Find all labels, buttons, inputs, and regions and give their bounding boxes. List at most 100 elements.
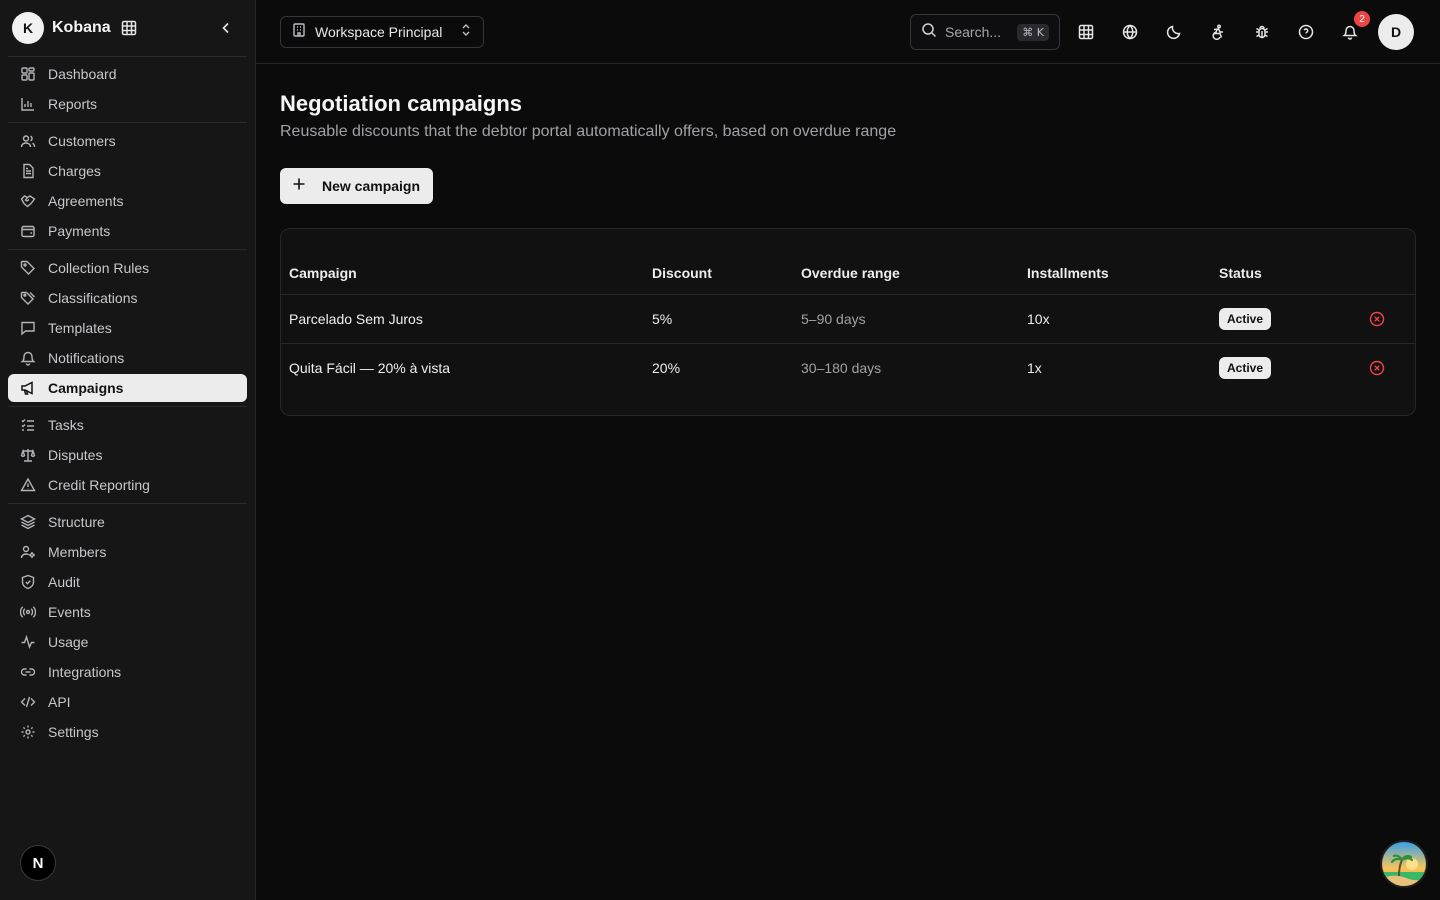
sidebar-item-campaigns[interactable]: Campaigns — [8, 374, 247, 402]
column-header-installments[interactable]: Installments — [1027, 265, 1109, 281]
list-checks-icon — [20, 417, 36, 433]
column-header-campaign[interactable]: Campaign — [289, 265, 357, 281]
sidebar: K Kobana Dashboard Reports Customers Cha… — [0, 0, 256, 900]
wallet-icon — [20, 223, 36, 239]
radio-icon — [20, 604, 36, 620]
delete-circle-x-icon[interactable] — [1368, 310, 1386, 328]
column-header-discount[interactable]: Discount — [652, 265, 712, 281]
sidebar-item-label: Tasks — [48, 417, 84, 433]
new-campaign-button[interactable]: New campaign — [280, 168, 433, 204]
sidebar-divider — [8, 122, 247, 123]
chevron-left-icon[interactable] — [216, 18, 236, 38]
activity-icon — [20, 634, 36, 650]
sidebar-item-payments[interactable]: Payments — [8, 217, 247, 245]
search-input[interactable]: Search... ⌘ K — [910, 14, 1060, 50]
delete-circle-x-icon[interactable] — [1368, 359, 1386, 377]
sidebar-item-label: Agreements — [48, 193, 124, 209]
dashboard-icon — [20, 66, 36, 82]
code-icon — [20, 694, 36, 710]
status-badge: Active — [1219, 308, 1272, 330]
sidebar-divider — [8, 249, 247, 250]
search-shortcut: ⌘ K — [1017, 23, 1049, 41]
tag-icon — [20, 260, 36, 276]
link-icon — [20, 664, 36, 680]
workspace-selector[interactable]: Workspace Principal — [280, 16, 484, 48]
sidebar-item-customers[interactable]: Customers — [8, 127, 247, 155]
sidebar-item-audit[interactable]: Audit — [8, 568, 247, 596]
table-row[interactable]: Quita Fácil — 20% à vista 20% 30–180 day… — [281, 343, 1415, 392]
sidebar-item-notifications[interactable]: Notifications — [8, 344, 247, 372]
brand-name[interactable]: Kobana — [52, 19, 111, 37]
campaign-overdue-range: 30–180 days — [801, 360, 882, 376]
sidebar-divider — [8, 503, 247, 504]
sidebar-item-label: Audit — [48, 574, 80, 590]
sidebar-item-tasks[interactable]: Tasks — [8, 411, 247, 439]
sidebar-item-api[interactable]: API — [8, 688, 247, 716]
accessibility-icon[interactable] — [1206, 20, 1230, 44]
sidebar-item-integrations[interactable]: Integrations — [8, 658, 247, 686]
tropical-beach-logo-icon[interactable] — [1380, 840, 1428, 888]
sidebar-item-label: Events — [48, 604, 91, 620]
notification-count-badge: 2 — [1354, 11, 1370, 27]
sidebar-item-dashboard[interactable]: Dashboard — [8, 60, 247, 88]
building-icon — [291, 22, 307, 43]
bug-icon[interactable] — [1250, 20, 1274, 44]
sidebar-item-templates[interactable]: Templates — [8, 314, 247, 342]
brand: K Kobana — [12, 12, 244, 44]
table-grid-icon[interactable] — [121, 20, 137, 36]
sidebar-item-credit-reporting[interactable]: Credit Reporting — [8, 471, 247, 499]
sidebar-item-collection-rules[interactable]: Collection Rules — [8, 254, 247, 282]
table-view-icon[interactable] — [1074, 20, 1098, 44]
campaign-discount: 5% — [652, 311, 673, 327]
sidebar-item-label: Settings — [48, 724, 99, 740]
shield-icon — [20, 574, 36, 590]
sidebar-item-disputes[interactable]: Disputes — [8, 441, 247, 469]
new-campaign-label: New campaign — [322, 178, 421, 194]
alert-triangle-icon — [20, 477, 36, 493]
document-icon — [20, 163, 36, 179]
sidebar-item-classifications[interactable]: Classifications — [8, 284, 247, 312]
sidebar-item-label: Collection Rules — [48, 260, 150, 276]
moon-icon[interactable] — [1162, 20, 1186, 44]
sidebar-item-structure[interactable]: Structure — [8, 508, 247, 536]
users-icon — [20, 133, 36, 149]
sidebar-item-label: Templates — [48, 320, 112, 336]
sidebar-item-label: Structure — [48, 514, 105, 530]
column-header-status[interactable]: Status — [1219, 265, 1262, 281]
sidebar-item-settings[interactable]: Settings — [8, 718, 247, 746]
framework-badge[interactable]: N — [20, 845, 56, 881]
sidebar-item-members[interactable]: Members — [8, 538, 247, 566]
brand-avatar[interactable]: K — [12, 12, 44, 44]
sidebar-item-charges[interactable]: Charges — [8, 157, 247, 185]
campaign-name: Parcelado Sem Juros — [289, 311, 423, 327]
bell-icon — [20, 350, 36, 366]
sidebar-item-label: Integrations — [48, 664, 122, 680]
page-subtitle: Reusable discounts that the debtor porta… — [280, 123, 897, 140]
message-square-icon — [20, 320, 36, 336]
user-avatar[interactable]: D — [1378, 14, 1414, 50]
column-header-overdue-range[interactable]: Overdue range — [801, 265, 900, 281]
sidebar-item-label: Reports — [48, 96, 98, 112]
search-icon — [921, 22, 937, 43]
status-badge: Active — [1219, 357, 1272, 379]
sidebar-item-events[interactable]: Events — [8, 598, 247, 626]
sidebar-item-label: Dashboard — [48, 66, 117, 82]
sidebar-item-label: Charges — [48, 163, 101, 179]
sidebar-divider — [8, 56, 247, 57]
sidebar-item-label: Disputes — [48, 447, 103, 463]
sidebar-item-label: Classifications — [48, 290, 138, 306]
campaign-overdue-range: 5–90 days — [801, 311, 866, 327]
campaign-installments: 1x — [1027, 360, 1042, 376]
globe-icon[interactable] — [1118, 20, 1142, 44]
sidebar-item-reports[interactable]: Reports — [8, 90, 247, 118]
sidebar-item-agreements[interactable]: Agreements — [8, 187, 247, 215]
sidebar-item-label: Usage — [48, 634, 89, 650]
sidebar-item-usage[interactable]: Usage — [8, 628, 247, 656]
sidebar-item-label: Credit Reporting — [48, 477, 150, 493]
sidebar-item-label: Members — [48, 544, 107, 560]
table-row[interactable]: Parcelado Sem Juros 5% 5–90 days 10x Act… — [281, 294, 1415, 343]
sidebar-item-label: Campaigns — [48, 380, 124, 396]
help-circle-icon[interactable] — [1294, 20, 1318, 44]
notifications-bell-icon[interactable]: 2 — [1338, 11, 1370, 44]
members-icon — [20, 544, 36, 560]
